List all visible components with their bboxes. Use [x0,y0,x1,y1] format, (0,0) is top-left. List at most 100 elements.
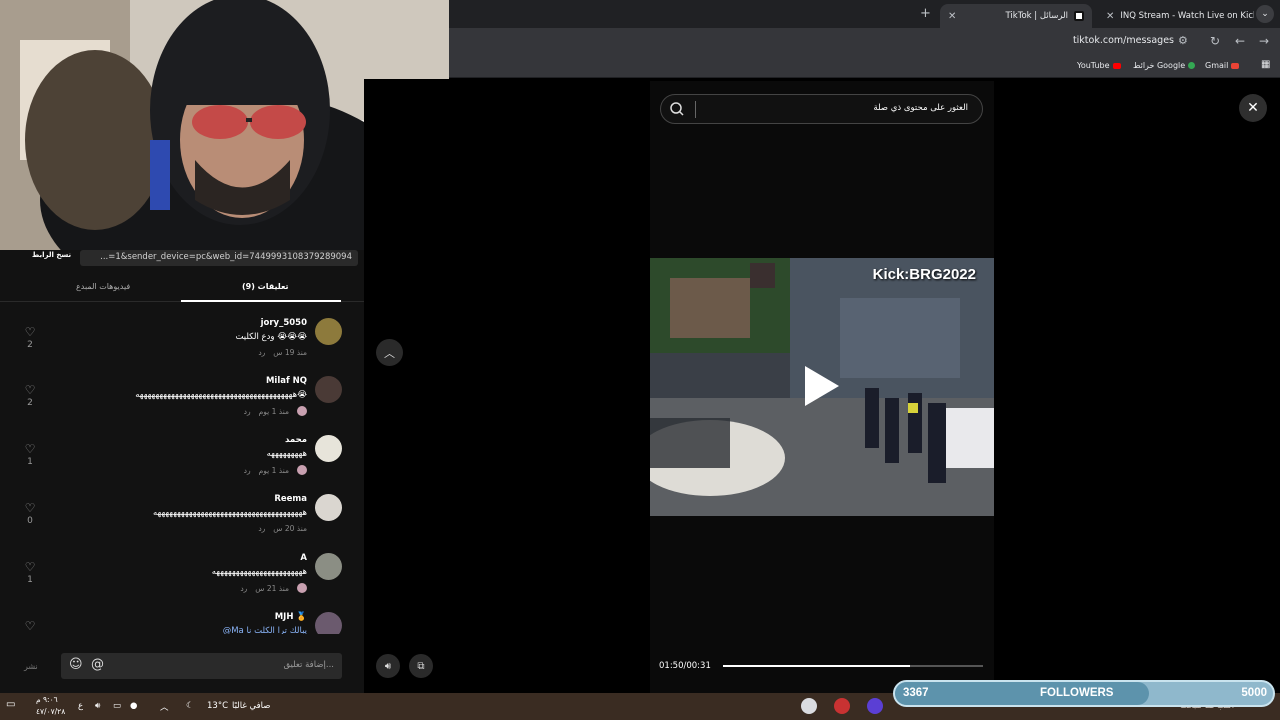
tab-tiktok-messages[interactable]: ✕ TikTok | الرسائل [940,4,1092,28]
comment-username[interactable]: Reema [274,494,307,504]
input-language[interactable]: ع [78,701,83,711]
clock-date[interactable]: ٤٧/٠٧/٢٨ [36,707,65,716]
share-link-field[interactable]: ...=1&sender_device=pc&web_id=7449993108… [80,250,358,266]
like-count: 2 [27,340,33,350]
comments-list: jory_5050 ودع الكليت 😭😭😭 رد منذ 19 س ♡ 2… [0,312,364,634]
like-button[interactable]: ♡ [22,620,38,632]
comment-text: هههههههههههههههههههههههههههههههههههههههه… [135,390,307,400]
network-tray-icon[interactable]: ▭ [113,701,121,711]
comment-username[interactable]: Milaf NQ [266,376,307,386]
like-button[interactable]: ♡ 1 [22,561,38,585]
comment-item: محمد هههههههههه رد منذ 1 يوم ♡ 1 [0,429,364,487]
reply-link[interactable]: رد [244,466,251,475]
notification-icon[interactable]: ▭ [6,699,15,710]
youtube-icon [1112,62,1121,69]
creator-liked-avatar [297,583,307,593]
close-tab-icon[interactable]: ✕ [1106,11,1114,22]
heart-icon: ♡ [24,383,36,397]
bookmark-google-maps[interactable]: خرائط Google [1133,61,1196,70]
avatar[interactable] [315,376,342,403]
comment-input[interactable]: إضافة تعليق... ☺ @ [61,653,342,679]
like-button[interactable]: ♡ 0 [22,502,38,526]
avatar[interactable] [315,553,342,580]
app-taskbar-icon[interactable] [867,698,883,714]
chrome-taskbar-icon[interactable] [801,698,817,714]
comment-username[interactable]: A [300,553,307,563]
copy-link-button[interactable]: نسخ الرابط [32,251,71,259]
heart-icon: ♡ [24,501,36,515]
bookmark-gmail[interactable]: Gmail [1205,61,1240,70]
avatar[interactable] [315,494,342,521]
reload-icon[interactable]: ↻ [1210,34,1220,48]
comment-time: منذ 19 س [273,348,307,357]
comment-username[interactable]: jory_5050 [261,318,307,328]
comment-time: منذ 1 يوم [258,465,289,475]
comment-item: A هههههههههههههههههههههههه رد منذ 21 س ♡… [0,547,364,605]
followers-goal: 5000 [1241,687,1267,699]
weather-text[interactable]: صافي غالبًا [232,701,270,711]
panel-tabs: تعليقات (9) فيديوهات المبدع [0,274,364,302]
like-button[interactable]: ♡ 2 [22,326,38,350]
mic-tray-icon[interactable]: ● [130,701,137,711]
comment-meta: رد منذ 1 يوم [244,465,307,475]
mention-icon[interactable]: @ [91,657,104,672]
playback-time: 01:50/00:31 [659,661,711,671]
progress-bar[interactable] [723,665,983,667]
reply-link[interactable]: رد [258,524,265,533]
tab-creator-videos[interactable]: فيديوهات المبدع [76,282,130,291]
emoji-icon[interactable]: ☺ [69,657,83,672]
tab-comments[interactable]: تعليقات (9) [242,282,289,291]
url-field[interactable]: tiktok.com/messages [1073,35,1174,46]
volume-tray-icon[interactable]: 🔊︎ [95,701,100,711]
bookmark-youtube[interactable]: YouTube [1077,61,1121,70]
volume-button[interactable]: 🔊︎ [376,654,400,678]
comment-text: ههههههههههههههههههههههههههههههههههههههه [152,508,307,518]
heart-icon: ♡ [24,619,36,633]
previous-video-button[interactable]: ︿ [376,339,403,366]
close-viewer-button[interactable]: ✕ [1239,94,1267,122]
comments-panel: نسخ الرابط ...=1&sender_device=pc&web_id… [0,250,364,693]
comment-meta: رد منذ 1 يوم [244,406,307,416]
post-comment-button[interactable]: نشر [24,662,38,671]
like-count: 0 [27,516,33,526]
reply-link[interactable]: رد [258,348,265,357]
tray-overflow-icon[interactable]: ︿ [160,701,169,713]
back-icon[interactable]: ← [1235,34,1245,48]
avatar[interactable] [315,318,342,345]
search-icon[interactable] [669,101,685,120]
play-icon[interactable] [805,366,839,406]
close-tab-icon[interactable]: ✕ [948,11,956,22]
avatar[interactable] [315,612,342,634]
comment-item: Reema هههههههههههههههههههههههههههههههههه… [0,488,364,546]
weather-temp[interactable]: 13°C [207,701,228,711]
apps-grid-icon[interactable]: ▦ [1261,59,1270,70]
clock-time[interactable]: ٩:٠٦ م [36,695,58,704]
comment-item: jory_5050 ودع الكليت 😭😭😭 رد منذ 19 س ♡ 2 [0,312,364,370]
comment-text: هههههههههه [266,449,307,459]
comment-username[interactable]: محمد [285,435,307,445]
active-tab-indicator [181,300,341,302]
comment-text: ودع الكليت 😭😭😭 [235,332,307,342]
comment-item: MJH 🏅 @Ma يبالك ترا الكلت نا ♡ [0,606,364,634]
comment-username[interactable]: MJH 🏅 [275,612,307,622]
search-query: العثور على محتوى ذي صلة [873,103,968,113]
video-frame[interactable]: Kick:BRG2022 [650,258,994,516]
reply-link[interactable]: رد [244,407,251,416]
site-settings-icon[interactable]: ⚙ [1178,34,1188,47]
weather-icon: ☾ [186,701,194,711]
video-watermark: Kick:BRG2022 [872,266,976,283]
avatar[interactable] [315,435,342,462]
pip-button[interactable]: ⧉ [409,654,433,678]
related-search-bar[interactable]: العثور على محتوى ذي صلة [660,94,983,124]
like-button[interactable]: ♡ 1 [22,443,38,467]
new-tab-button[interactable]: + [920,6,931,21]
tab-inq-stream[interactable]: ✕ INQ Stream - Watch Live on Kick [1098,4,1254,28]
player-controls: 01:50/00:31 [650,652,994,680]
forward-icon[interactable]: → [1259,34,1269,48]
reply-link[interactable]: رد [240,584,247,593]
like-button[interactable]: ♡ 2 [22,384,38,408]
tab-search-button[interactable]: ⌄ [1256,5,1274,23]
heart-icon: ♡ [24,560,36,574]
obs-taskbar-icon[interactable] [834,698,850,714]
comment-meta: رد منذ 21 س [240,583,307,593]
